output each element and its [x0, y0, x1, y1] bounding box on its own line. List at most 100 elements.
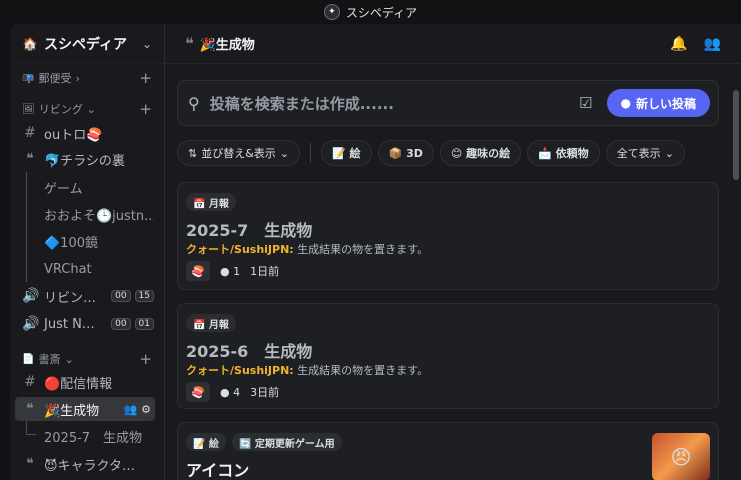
thread-tree-line — [26, 172, 27, 282]
thread-ooyoso[interactable]: おおよそ🕒justn... — [44, 202, 154, 226]
forum-post-card[interactable]: 📝 絵 🔄 定期更新ゲーム用 アイコン 😠 — [177, 422, 719, 480]
channel-sidebar: 🏠 スシペディア ⌄ 📭 郵便受 › + 🖼 リビング ⌄ + # ouトロ🍣 … — [0, 24, 164, 480]
chevron-right-icon: › — [75, 71, 80, 85]
post-search-bar[interactable]: ⚲ 投稿を検索または作成...... ☑ ● 新しい投稿 — [177, 80, 719, 126]
channel-character[interactable]: ❝ 😈キャラクタ… — [22, 452, 154, 476]
title-bar: ✦ スシペディア — [0, 0, 741, 24]
channel-label: 😈キャラクタ… — [44, 458, 136, 474]
channel-header: ❝ 🎉生成物 🔔 👥 — [165, 24, 741, 64]
post-author: クォート/SushiJPN: — [186, 364, 294, 377]
thread-tree-hook — [26, 434, 36, 435]
thread-label: VRChat — [44, 261, 92, 277]
hashtag-icon: # — [24, 125, 36, 141]
chevron-down-icon: ⌄ — [86, 102, 96, 116]
forum-icon: ❝ — [26, 456, 34, 472]
show-all-label: 全て表示 — [616, 147, 661, 160]
thread-vrchat[interactable]: VRChat — [44, 257, 154, 281]
forum-post-card[interactable]: 📅 月報 2025-6 生成物 クォート/SushiJPN: 生成結果の物を置き… — [177, 303, 719, 409]
tag-filter-hobby[interactable]: 😊 趣味の絵 — [439, 140, 522, 166]
gear-icon[interactable]: ⚙ — [141, 403, 151, 416]
category-emoji: 🖼 — [22, 103, 35, 115]
channel-haishin[interactable]: # 🔴配信情報 — [22, 370, 154, 394]
post-snippet: クォート/SushiJPN: 生成結果の物を置きます。 — [186, 241, 428, 257]
avatar: 🍣 — [186, 382, 210, 402]
chevron-down-icon: ⌄ — [64, 352, 74, 366]
scrollbar[interactable] — [733, 90, 739, 180]
sort-button[interactable]: ⇅ 並び替え&表示 ⌄ — [177, 140, 301, 166]
tag-filter-3d[interactable]: 📦 3D — [377, 140, 434, 166]
server-header[interactable]: 🏠 スシペディア ⌄ — [10, 24, 164, 64]
search-input[interactable]: 投稿を検索または作成...... — [210, 93, 579, 114]
channel-title: 🎉生成物 — [199, 38, 255, 53]
speaker-icon: 🔊 — [22, 316, 40, 332]
tag-filter-request[interactable]: 📩 依頼物 — [527, 140, 600, 166]
thread-100kyo[interactable]: 🔷100鏡 — [44, 229, 154, 253]
category-study[interactable]: 📄 書斎 ⌄ + — [22, 350, 152, 368]
tag-filter-e[interactable]: 📝 絵 — [321, 140, 372, 166]
channel-label: 🐬チラシの裏 — [44, 153, 125, 169]
post-snippet-text: 生成結果の物を置きます。 — [297, 364, 429, 377]
post-snippet-text: 生成結果の物を置きます。 — [297, 243, 429, 256]
thread-tree-line — [26, 421, 27, 435]
thread-2025-7[interactable]: 2025-7 生成物 — [44, 424, 154, 448]
post-title: 2025-6 生成物 — [186, 342, 313, 361]
thread-game[interactable]: ゲーム — [44, 175, 154, 199]
post-tag: 📅 月報 — [186, 193, 236, 211]
post-snippet: クォート/SushiJPN: 生成結果の物を置きます。 — [186, 362, 428, 378]
channel-tools: 👥 ⚙ — [124, 403, 151, 416]
reply-count-value: 4 — [233, 385, 241, 399]
chat-bubble-icon: ● — [220, 264, 230, 278]
thread-label: 2025-7 生成物 — [44, 430, 143, 446]
channel-seiseibutsu[interactable]: ❝ 🎉生成物 👥 ⚙ — [15, 397, 155, 421]
thread-label: ゲーム — [44, 181, 83, 197]
channel-chirashi[interactable]: ❝ 🐬チラシの裏 — [22, 147, 154, 171]
post-tag: 📅 月報 — [186, 314, 236, 332]
voice-channel-justn[interactable]: 🔊 Just N… 00 01 — [22, 312, 154, 336]
category-mailbox[interactable]: 📭 郵便受 › + — [22, 69, 152, 87]
forum-icon: ❝ — [185, 34, 194, 53]
channel-label: 🔴配信情報 — [44, 376, 113, 392]
show-all-button[interactable]: 全て表示 ⌄ — [605, 140, 685, 166]
channel-label: ouトロ🍣 — [44, 127, 103, 143]
channel-label: Just N… — [44, 316, 95, 332]
reply-count-value: 1 — [233, 264, 241, 278]
add-member-icon[interactable]: 👥 — [124, 403, 138, 416]
speaker-icon: 🔊 — [22, 288, 40, 304]
avatar: 🍣 — [186, 261, 210, 281]
filter-bar: ⇅ 並び替え&表示 ⌄ 📝 絵 📦 3D 😊 趣味の絵 📩 依頼物 全て表示 ⌄ — [177, 140, 685, 166]
channel-label: 🎉生成物 — [44, 403, 100, 419]
channel-label: リビン… — [44, 290, 97, 306]
category-living[interactable]: 🖼 リビング ⌄ + — [22, 100, 152, 118]
add-channel-icon[interactable]: + — [139, 350, 152, 368]
divider — [310, 143, 312, 163]
channel-outoro[interactable]: # ouトロ🍣 — [22, 121, 154, 145]
forum-post-card[interactable]: 📅 月報 2025-7 生成物 クォート/SushiJPN: 生成結果の物を置き… — [177, 182, 719, 290]
add-channel-icon[interactable]: + — [139, 69, 152, 87]
chevron-down-icon: ⌄ — [664, 146, 674, 160]
category-emoji: 📭 — [22, 72, 35, 84]
members-icon[interactable]: 👥 — [704, 36, 721, 52]
reply-count: ● 1 — [220, 265, 240, 278]
post-title: 2025-7 生成物 — [186, 221, 313, 240]
new-post-button[interactable]: ● 新しい投稿 — [606, 89, 710, 117]
forum-icon: ❝ — [26, 151, 34, 167]
post-time: 3日前 — [250, 386, 280, 399]
user-limit-badge: 01 — [134, 318, 154, 330]
checklist-icon[interactable]: ☑ — [579, 94, 592, 112]
post-tags: 📅 月報 — [186, 193, 236, 211]
voice-channel-living[interactable]: 🔊 リビン… 00 15 — [22, 284, 154, 308]
channel-list: 📭 郵便受 › + 🖼 リビング ⌄ + # ouトロ🍣 ❝ 🐬チラシの裏 ゲー… — [10, 64, 164, 480]
window-title: スシペディア — [345, 5, 418, 20]
add-channel-icon[interactable]: + — [139, 100, 152, 118]
bell-icon[interactable]: 🔔 — [670, 36, 687, 52]
post-title: アイコン — [186, 461, 250, 480]
chat-bubble-icon: ● — [620, 96, 631, 110]
post-tag: 🔄 定期更新ゲーム用 — [231, 433, 342, 451]
post-tag: 📝 絵 — [186, 433, 226, 451]
post-meta: 🍣 ● 4 3日前 — [186, 382, 279, 402]
post-author: クォート/SushiJPN: — [186, 243, 294, 256]
chevron-down-icon[interactable]: ⌄ — [142, 37, 152, 51]
thread-label: 🔷100鏡 — [44, 235, 98, 251]
header-actions: 🔔 👥 — [670, 36, 721, 52]
thread-label: おおよそ🕒justn... — [44, 208, 154, 224]
